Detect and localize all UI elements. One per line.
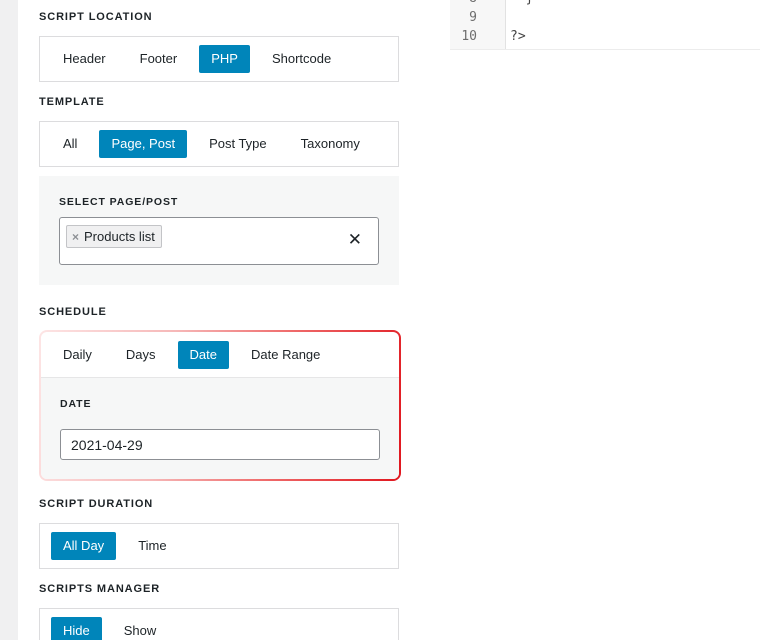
schedule-date-range-button[interactable]: Date Range	[239, 341, 332, 369]
template-selector: All Page, Post Post Type Taxonomy	[39, 121, 399, 167]
line-number: 8	[437, 0, 477, 8]
schedule-daily-button[interactable]: Daily	[51, 341, 104, 369]
script-location-label: SCRIPT LOCATION	[39, 11, 153, 23]
select-page-post-input[interactable]: × Products list ✕	[59, 217, 379, 265]
scripts-manager-selector: Hide Show	[39, 608, 399, 640]
template-post-type-button[interactable]: Post Type	[197, 130, 279, 158]
select-page-post-label: SELECT PAGE/POST	[59, 196, 179, 208]
script-duration-selector: All Day Time	[39, 523, 399, 569]
template-taxonomy-button[interactable]: Taxonomy	[289, 130, 372, 158]
template-all-button[interactable]: All	[51, 130, 89, 158]
schedule-selector: Daily Days Date Date Range	[41, 332, 399, 378]
scripts-manager-label: SCRIPTS MANAGER	[39, 583, 161, 595]
script-location-selector: Header Footer PHP Shortcode	[39, 36, 399, 82]
code-editor-border	[450, 49, 760, 50]
script-duration-label: SCRIPT DURATION	[39, 498, 154, 510]
clear-selection-icon[interactable]: ✕	[348, 230, 362, 250]
script-duration-time-button[interactable]: Time	[126, 532, 178, 560]
template-page-post-button[interactable]: Page, Post	[99, 130, 188, 158]
date-panel: DATE	[41, 378, 399, 479]
script-location-shortcode-button[interactable]: Shortcode	[260, 45, 343, 73]
script-location-php-button[interactable]: PHP	[199, 45, 250, 73]
code-line: 10 ?>	[450, 27, 760, 46]
line-number: 9	[469, 10, 477, 25]
date-input[interactable]	[60, 429, 380, 460]
tag-label: Products list	[84, 229, 155, 244]
date-label: DATE	[60, 398, 92, 410]
script-duration-all-day-button[interactable]: All Day	[51, 532, 117, 560]
schedule-date-button[interactable]: Date	[177, 340, 229, 369]
schedule-label: SCHEDULE	[39, 306, 107, 318]
script-location-footer-button[interactable]: Footer	[128, 45, 190, 73]
code-editor[interactable]: 8 } 9 10 ?>	[450, 0, 760, 50]
schedule-days-button[interactable]: Days	[114, 341, 168, 369]
script-location-header-button[interactable]: Header	[51, 45, 118, 73]
code-text: }	[510, 0, 534, 8]
template-label: TEMPLATE	[39, 96, 105, 108]
tag-remove-icon[interactable]: ×	[72, 230, 79, 244]
admin-sidebar-edge	[0, 0, 18, 640]
code-line: 8 }	[450, 0, 760, 8]
scripts-manager-hide-button[interactable]: Hide	[51, 617, 102, 640]
code-line: 9	[450, 8, 760, 27]
line-number: 10	[461, 29, 477, 44]
scripts-manager-show-button[interactable]: Show	[112, 617, 169, 640]
select-page-post-panel: SELECT PAGE/POST × Products list ✕	[39, 176, 399, 285]
selected-tag: × Products list	[66, 225, 162, 248]
code-text: ?>	[510, 29, 526, 44]
schedule-card: Daily Days Date Date Range DATE	[39, 330, 401, 481]
